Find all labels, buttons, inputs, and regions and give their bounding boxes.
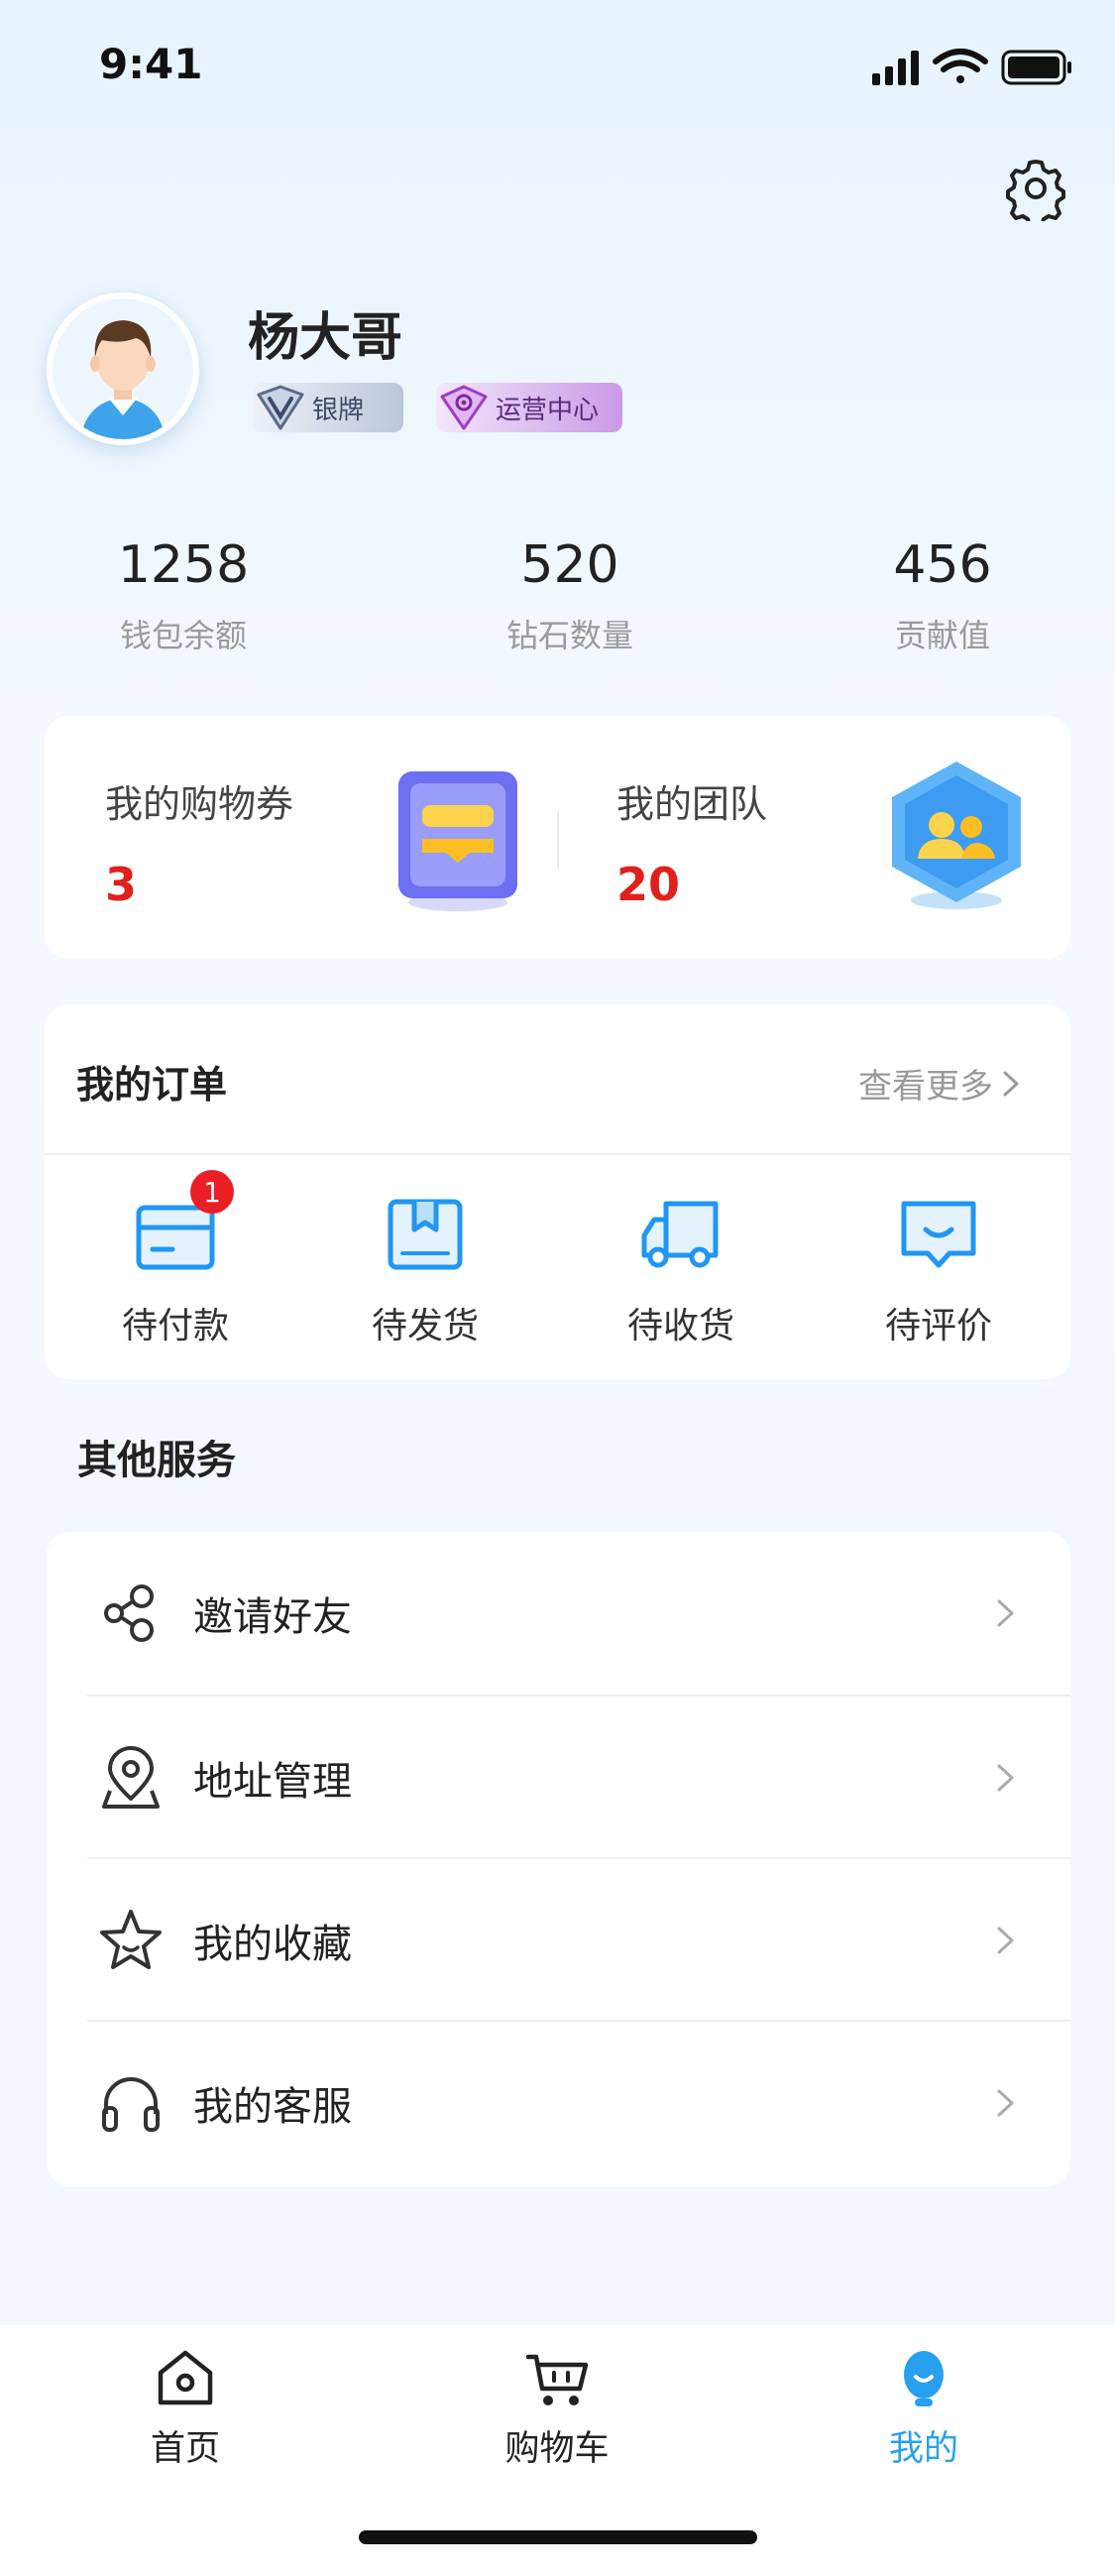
- team-entry[interactable]: 我的团队 20: [616, 773, 767, 911]
- stat-contribution-value: 456: [893, 535, 992, 595]
- order-pending-payment-label: 待付款: [121, 1306, 229, 1347]
- order-pending-review[interactable]: 待评价: [839, 1190, 1038, 1348]
- assets-divider: [557, 810, 559, 870]
- signal-icon: [872, 51, 919, 85]
- username: 杨大哥: [248, 308, 403, 368]
- orders-separator: [45, 1153, 1070, 1155]
- service-favorites-label: 我的收藏: [193, 1922, 352, 1967]
- stat-wallet[interactable]: 1258 钱包余额: [55, 535, 312, 656]
- coupon-icon[interactable]: [389, 765, 527, 914]
- stat-wallet-label: 钱包余额: [119, 617, 247, 654]
- status-time: 9:41: [99, 40, 203, 88]
- tab-cart-label: 购物车: [504, 2429, 610, 2469]
- profile-icon: [904, 2351, 944, 2406]
- stat-contribution-label: 贡献值: [894, 617, 990, 654]
- tab-profile[interactable]: 我的: [805, 2345, 1043, 2471]
- avatar[interactable]: [47, 293, 199, 445]
- service-invite-label: 邀请好友: [193, 1594, 352, 1640]
- pending-payment-count-badge: 1: [190, 1170, 234, 1214]
- badge-silver[interactable]: 银牌: [253, 383, 403, 432]
- coupons-value: 3: [105, 858, 138, 911]
- order-pending-shipment-label: 待发货: [371, 1306, 479, 1347]
- home-indicator: [359, 2530, 757, 2544]
- star-icon: [100, 1910, 162, 1969]
- chevron-right-icon: [997, 1927, 1014, 1954]
- share-icon: [104, 1584, 154, 1642]
- chevron-right-icon: [1003, 1071, 1019, 1096]
- badge-silver-label: 银牌: [312, 395, 365, 425]
- tab-cart[interactable]: 购物车: [438, 2345, 676, 2471]
- stat-contribution[interactable]: 456 贡献值: [814, 535, 1071, 656]
- battery-icon: [1001, 50, 1071, 85]
- stat-diamonds[interactable]: 520 钻石数量: [441, 535, 699, 656]
- order-pending-shipment[interactable]: 待发货: [326, 1190, 524, 1348]
- avatar-image: [53, 298, 193, 439]
- home-icon: [158, 2350, 213, 2405]
- cart-icon: [525, 2354, 589, 2405]
- headphones-icon: [102, 2077, 160, 2132]
- service-customer-support[interactable]: 我的客服: [47, 2022, 1070, 2184]
- package-icon: [388, 1199, 463, 1270]
- order-pending-review-label: 待评价: [884, 1306, 992, 1347]
- team-title: 我的团队: [616, 782, 768, 826]
- stat-diamonds-value: 520: [520, 535, 619, 595]
- service-support-label: 我的客服: [193, 2084, 352, 2130]
- tab-profile-label: 我的: [888, 2429, 958, 2469]
- orders-title: 我的订单: [76, 1063, 228, 1107]
- location-pin-icon: [102, 1746, 160, 1809]
- orders-more-label: 查看更多: [858, 1067, 993, 1107]
- chevron-right-icon: [997, 1599, 1014, 1627]
- service-invite-friends[interactable]: 邀请好友: [47, 1532, 1070, 1695]
- settings-gear-icon[interactable]: [1003, 156, 1068, 221]
- service-address-management[interactable]: 地址管理: [47, 1697, 1070, 1859]
- tab-home[interactable]: 首页: [66, 2345, 304, 2471]
- orders-more-link[interactable]: 查看更多: [858, 1059, 1027, 1108]
- service-my-favorites[interactable]: 我的收藏: [47, 1859, 1070, 2022]
- chat-review-icon: [901, 1201, 976, 1268]
- team-value: 20: [616, 858, 681, 911]
- team-icon[interactable]: [882, 756, 1031, 914]
- order-pending-payment[interactable]: 1 待付款: [76, 1170, 275, 1348]
- chevron-right-icon: [997, 2089, 1014, 2117]
- status-icons: [872, 49, 1071, 85]
- stat-wallet-value: 1258: [117, 535, 250, 595]
- stat-diamonds-label: 钻石数量: [505, 617, 633, 654]
- order-pending-receipt[interactable]: 待收货: [582, 1190, 780, 1348]
- coupons-entry[interactable]: 我的购物券 3: [105, 773, 293, 911]
- badge-ops-center[interactable]: 运营中心: [436, 383, 622, 432]
- badge-ops-label: 运营中心: [496, 395, 600, 425]
- ops-center-icon: [434, 383, 494, 432]
- order-pending-receipt-label: 待收货: [626, 1306, 734, 1347]
- coupons-title: 我的购物券: [105, 782, 294, 826]
- service-address-label: 地址管理: [193, 1759, 352, 1805]
- chevron-right-icon: [997, 1764, 1014, 1792]
- silver-v-icon: [251, 383, 310, 432]
- services-title: 其他服务: [77, 1438, 236, 1483]
- tab-home-label: 首页: [150, 2429, 220, 2469]
- truck-icon: [641, 1201, 719, 1268]
- wifi-icon: [933, 49, 988, 83]
